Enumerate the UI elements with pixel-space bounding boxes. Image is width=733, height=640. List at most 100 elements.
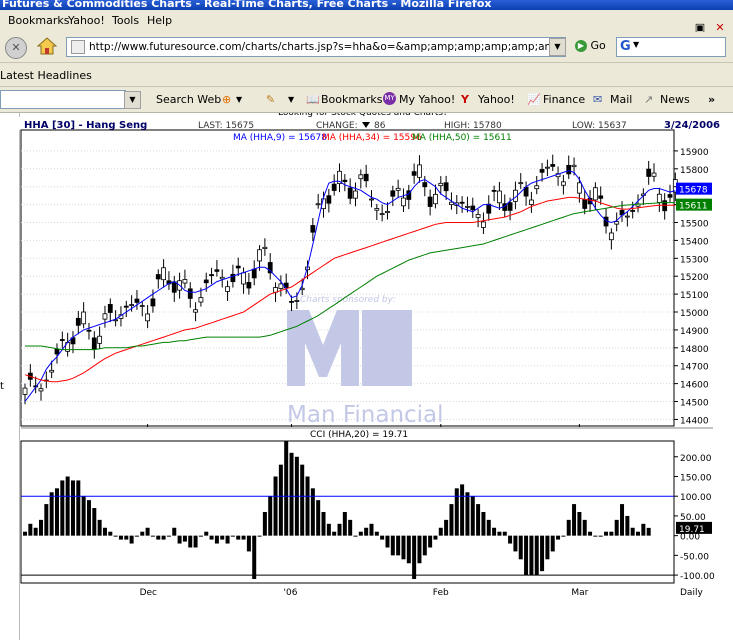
candle-down [422, 182, 428, 188]
cci-bar [321, 511, 326, 536]
candle-up [97, 335, 103, 344]
finance-button[interactable]: Finance [543, 93, 585, 106]
price-tick-label: 15400 [680, 237, 709, 247]
cci-bar [369, 523, 374, 536]
pencil-dropdown-icon[interactable]: ▼ [288, 95, 294, 104]
cci-bar [209, 535, 214, 540]
price-tick-label: 15500 [680, 220, 709, 230]
cci-bar [630, 527, 635, 536]
candle-down [507, 202, 513, 211]
google-dropdown-icon[interactable]: ▼ [633, 40, 639, 49]
cci-bar [545, 535, 550, 560]
news-icon: ↗ [644, 93, 654, 106]
menu-bookmarks[interactable]: Bookmarks [8, 14, 69, 27]
stop-icon[interactable]: ✕ [5, 37, 27, 59]
cci-bar [326, 523, 331, 536]
search-web-button[interactable]: Search Web [156, 93, 221, 106]
pencil-icon[interactable]: ✎ [266, 93, 275, 106]
crosshair-dropdown-icon[interactable]: ▼ [236, 95, 242, 104]
change-label: CHANGE: [316, 121, 358, 131]
cci-tick-label: 100.00 [680, 493, 712, 503]
candle-up [571, 164, 577, 168]
candle-down [150, 298, 156, 307]
candle-down [91, 337, 97, 350]
bookmarks-toolbar: Latest Headlines [0, 63, 733, 87]
cci-bar [337, 523, 342, 536]
price-tick-label: 14900 [680, 327, 709, 337]
url-bar[interactable]: http://www.futuresource.com/charts/chart… [66, 37, 566, 57]
candle-up [534, 185, 540, 190]
candle-down [347, 187, 353, 199]
yahoo-search-dropdown-icon[interactable]: ▼ [124, 91, 141, 109]
menu-tools[interactable]: Tools [112, 14, 139, 27]
crosshair-icon[interactable]: ⊕ [222, 93, 231, 106]
candle-up [219, 276, 225, 280]
candle-down [86, 329, 92, 332]
cci-bar [422, 535, 427, 556]
candle-up [608, 232, 614, 241]
news-button[interactable]: News [660, 93, 690, 106]
candle-up [624, 215, 630, 218]
candle-up [81, 311, 87, 325]
price-tick-label: 14500 [680, 399, 709, 409]
candle-up [385, 211, 390, 214]
cci-bar [385, 535, 390, 548]
cci-bar [236, 535, 241, 540]
candle-down [171, 281, 177, 293]
go-button[interactable]: ▶ Go [575, 39, 606, 52]
menu-yahoo[interactable]: Yahoo! [68, 14, 105, 27]
my-yahoo-button[interactable]: My Yahoo! [399, 93, 455, 106]
cci-bar [598, 535, 603, 537]
last-value: LAST: 15675 [198, 121, 254, 131]
cci-bar [113, 535, 118, 537]
cci-bar [582, 519, 587, 536]
price-tick-label: 14400 [680, 416, 709, 426]
cci-bar [593, 535, 598, 537]
candle-up [278, 283, 284, 289]
month-label: Mar [571, 588, 588, 598]
go-label: Go [590, 39, 606, 52]
candle-down [289, 300, 294, 303]
candle-down [107, 304, 113, 313]
cci-bar [28, 523, 33, 536]
candle-up [614, 221, 620, 225]
candle-down [491, 189, 497, 192]
cci-bar [508, 535, 513, 544]
cci-bar [23, 531, 27, 536]
cci-bar [502, 531, 507, 536]
google-search-box[interactable]: G ▼ [616, 37, 726, 57]
latest-headlines-link[interactable]: Latest Headlines [0, 69, 92, 82]
yahoo-button[interactable]: Yahoo! [478, 93, 515, 106]
cci-bar [97, 519, 102, 536]
cci-bar [108, 531, 113, 536]
mail-button[interactable]: Mail [610, 93, 632, 106]
cci-bar [246, 535, 251, 552]
watermark-sponsor-text: Charts sponsored by: [300, 295, 396, 305]
candle-up [129, 304, 135, 306]
candle-down [443, 182, 449, 192]
url-dropdown-icon[interactable]: ▼ [549, 38, 566, 56]
cci-bar [300, 464, 305, 536]
bookmarks-button[interactable]: Bookmarks [321, 93, 382, 106]
cci-tick-label: 50.00 [680, 513, 706, 523]
chart-date: 3/24/2006 [664, 120, 720, 131]
cci-tick-label: -100.00 [680, 572, 715, 582]
cci-bar [470, 496, 475, 536]
yahoo-search-input[interactable] [0, 90, 126, 109]
cci-bar [561, 535, 566, 537]
cci-bar [636, 531, 641, 536]
cci-bar [412, 535, 417, 580]
cci-value-tag-label: 19.71 [679, 525, 705, 535]
toolbar-overflow-icon[interactable]: » [708, 93, 715, 106]
price-tick-label: 15300 [680, 255, 709, 265]
cci-legend: CCI (HHA,20) = 19.71 [310, 430, 408, 440]
menu-help[interactable]: Help [147, 14, 172, 27]
cci-bar [278, 464, 283, 536]
cci-bar [604, 531, 609, 536]
cci-bar [310, 488, 315, 536]
home-icon[interactable] [36, 36, 58, 56]
candle-down [155, 274, 161, 280]
cci-bar [524, 535, 529, 576]
cci-bar [33, 527, 38, 536]
candle-up [161, 267, 166, 281]
